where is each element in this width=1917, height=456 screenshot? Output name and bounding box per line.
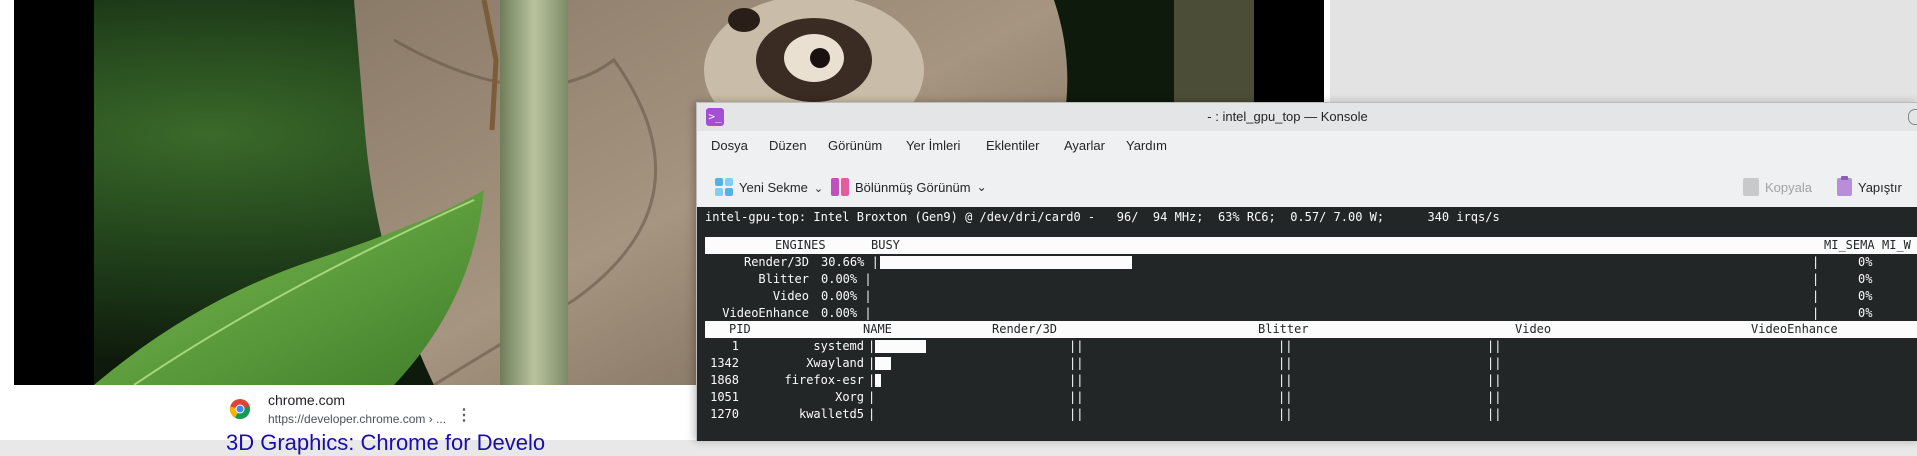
engines-header-bar: ENGINES BUSY MI_SEMA MI_W (705, 237, 1917, 254)
client-bar-separator: || (1069, 373, 1084, 387)
close-icon[interactable] (1908, 109, 1917, 125)
client-bar-separator: | (868, 390, 876, 404)
menu-gorunum[interactable]: Görünüm (828, 138, 882, 153)
search-result[interactable]: chrome.com https://developer.chrome.com … (226, 388, 726, 455)
client-pid: 1051 (710, 390, 739, 404)
client-bar-separator: || (1069, 339, 1084, 353)
terminal-view[interactable]: intel-gpu-top: Intel Broxton (Gen9) @ /d… (697, 207, 1917, 441)
menu-bar: Dosya Düzen Görünüm Yer İmleri Eklentile… (697, 133, 1917, 159)
new-tab-label: Yeni Sekme (739, 179, 808, 195)
client-pid: 1270 (710, 407, 739, 421)
client-name: Xorg (835, 390, 864, 404)
client-bar-separator: || (1069, 407, 1084, 421)
menu-eklentiler[interactable]: Eklentiler (986, 138, 1039, 153)
client-bar-separator: || (1278, 390, 1293, 404)
copy-button[interactable]: Kopyala (1743, 176, 1812, 198)
engine-mi-sema: 0% (1858, 306, 1873, 320)
chevron-down-icon[interactable]: ⌄ (977, 180, 987, 194)
client-bar-separator: || (1487, 407, 1502, 421)
result-site-name[interactable]: chrome.com (268, 392, 345, 408)
result-title-link[interactable]: 3D Graphics: Chrome for Develo (226, 430, 545, 456)
menu-dosya[interactable]: Dosya (711, 138, 748, 153)
client-pid: 1868 (710, 373, 739, 387)
result-url[interactable]: https://developer.chrome.com › ... (268, 412, 446, 426)
split-view-button[interactable]: Bölünmüş Görünüm ⌄ (831, 176, 987, 198)
col-video-header: Video (1515, 322, 1552, 336)
chevron-down-icon[interactable]: ⌄ (814, 182, 823, 195)
busy-header: BUSY (871, 238, 900, 252)
client-bar-separator: || (1487, 373, 1502, 387)
engine-busy: 0.00% | (821, 289, 872, 303)
engine-mi-sema: 0% (1858, 272, 1873, 286)
paste-icon (1837, 176, 1852, 196)
chrome-icon (229, 399, 250, 420)
paste-label: Yapıştır (1858, 179, 1902, 195)
engine-bar-end: | (1812, 306, 1820, 320)
client-name: systemd (813, 339, 864, 353)
engines-header: ENGINES (775, 238, 826, 252)
toolbar: Yeni Sekme ⌄ Bölünmüş Görünüm ⌄ Kopyala … (697, 167, 1917, 207)
client-pid: 1 (731, 339, 739, 353)
pid-header: PID (729, 322, 751, 336)
new-tab-icon (715, 178, 733, 196)
engine-name: Render/3D (743, 255, 809, 269)
status-line: intel-gpu-top: Intel Broxton (Gen9) @ /d… (705, 210, 1500, 224)
window-title: - : intel_gpu_top — Konsole (1207, 109, 1368, 124)
engine-busy: 0.00% | (821, 272, 872, 286)
menu-yardim[interactable]: Yardım (1126, 138, 1167, 153)
client-render-bar (875, 357, 891, 370)
engine-mi-sema: 0% (1858, 255, 1873, 269)
client-pid: 1342 (710, 356, 739, 370)
desktop-background (1325, 0, 1917, 100)
engine-bar-end: | (1812, 289, 1820, 303)
clients-header-bar: PID NAME Render/3D Blitter Video VideoEn… (705, 321, 1917, 338)
split-view-icon (831, 178, 849, 196)
col-render-header: Render/3D (992, 322, 1058, 336)
client-bar-separator: || (1487, 356, 1502, 370)
client-bar-separator: || (1069, 390, 1084, 404)
paste-button[interactable]: Yapıştır (1837, 176, 1902, 198)
client-bar-separator: || (1487, 390, 1502, 404)
engine-name: Blitter (758, 272, 809, 286)
engine-name: VideoEnhance (722, 306, 809, 320)
engine-name: Video (772, 289, 809, 303)
client-render-bar (875, 340, 926, 353)
client-bar-separator: || (1278, 407, 1293, 421)
more-options-icon[interactable]: ⋮ (456, 408, 472, 424)
client-bar-separator: || (1278, 339, 1293, 353)
client-bar-separator: || (1487, 339, 1502, 353)
mi-sema-header: MI_SEMA (1824, 238, 1875, 252)
window-titlebar[interactable]: >_ - : intel_gpu_top — Konsole (697, 103, 1917, 131)
client-name: Xwayland (806, 356, 864, 370)
col-blitter-header: Blitter (1258, 322, 1309, 336)
menu-duzen[interactable]: Düzen (769, 138, 807, 153)
engine-mi-sema: 0% (1858, 289, 1873, 303)
client-render-bar (875, 374, 881, 387)
client-bar-separator: || (1069, 356, 1084, 370)
engine-busy: 30.66% | (821, 255, 879, 269)
copy-label: Kopyala (1765, 179, 1812, 195)
new-tab-button[interactable]: Yeni Sekme ⌄ (715, 176, 823, 198)
menu-ayarlar[interactable]: Ayarlar (1064, 138, 1105, 153)
name-header: NAME (863, 322, 892, 336)
mi-wait-header: MI_W (1882, 238, 1911, 252)
engine-busy-bar (880, 256, 1132, 269)
menu-yer-imleri[interactable]: Yer İmleri (906, 138, 960, 153)
client-name: firefox-esr (784, 373, 864, 387)
copy-icon (1743, 178, 1759, 196)
client-name: kwalletd5 (798, 407, 864, 421)
engine-bar-end: | (1812, 272, 1820, 286)
engine-bar-end: | (1812, 255, 1820, 269)
engine-busy: 0.00% | (821, 306, 872, 320)
client-bar-separator: || (1278, 373, 1293, 387)
client-bar-separator: || (1278, 356, 1293, 370)
konsole-window: >_ - : intel_gpu_top — Konsole Dosya Düz… (696, 102, 1917, 441)
col-videoenhance-header: VideoEnhance (1751, 322, 1838, 336)
client-bar-separator: | (868, 407, 876, 421)
split-view-label: Bölünmüş Görünüm (855, 179, 971, 195)
